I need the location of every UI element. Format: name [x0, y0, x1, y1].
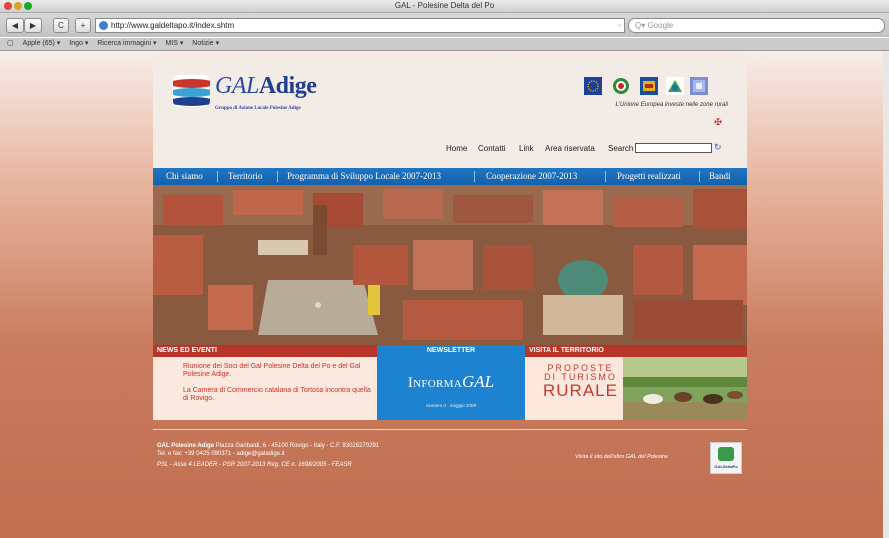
search-submit-icon[interactable]: ↻: [714, 142, 722, 153]
menu-cooperazione[interactable]: Cooperazione 2007-2013: [486, 171, 577, 181]
gal-delta-po-badge[interactable]: GALDeltaPo: [710, 442, 742, 474]
menu-separator: [217, 171, 218, 182]
horse-riders-photo: [623, 357, 747, 420]
site-container: GALAdige Gruppo di Azione Locale Polesin…: [153, 55, 747, 474]
gal-adige-logo-icon[interactable]: [173, 75, 210, 107]
bookmark-item[interactable]: Apple (65) ▾: [23, 40, 61, 47]
menu-separator: [277, 171, 278, 182]
toplink-contatti[interactable]: Contatti: [478, 144, 506, 153]
feasr-logo-icon[interactable]: [690, 77, 708, 95]
forward-button[interactable]: ▶: [24, 18, 42, 33]
site-footer: GAL Polesine Adige Piazza Garibaldi, 6 -…: [157, 442, 379, 469]
news-item-link[interactable]: Riunione dei Soci del Gal Polesine Delta…: [183, 363, 373, 379]
toplink-area-riservata[interactable]: Area riservata: [545, 144, 595, 153]
back-button[interactable]: ◀: [6, 18, 24, 33]
site-header: GALAdige Gruppo di Azione Locale Polesin…: [153, 55, 747, 168]
bookmark-item[interactable]: Ricerca immagini ▾: [97, 40, 156, 47]
footer-divider: [153, 429, 747, 430]
main-navigation: Chi siamo Territorio Programma di Svilup…: [153, 168, 747, 185]
menu-separator: [605, 171, 606, 182]
badge-label: GALDeltaPo: [714, 464, 738, 469]
newsletter-issue: Numero 0 - maggio 2009: [426, 403, 476, 408]
menu-chi-siamo[interactable]: Chi siamo: [166, 171, 203, 181]
region-veneto-icon[interactable]: [640, 77, 658, 95]
menu-programma-sviluppo[interactable]: Programma di Sviluppo Locale 2007-2013: [287, 171, 441, 181]
menu-progetti-realizzati[interactable]: Progetti realizzati: [617, 171, 681, 181]
feature-panels: NEWS ED EVENTI Riunione dei Soci del Gal…: [153, 345, 747, 420]
bookmarks-bar: ▢ Apple (65) ▾ Ingo ▾ Ricerca immagini ▾…: [0, 38, 889, 51]
address-bar[interactable]: http://www.galdeltapo.it/index.shtm ◦: [95, 18, 625, 33]
browser-toolbar: ◀ ▶ C + http://www.galdeltapo.it/index.s…: [0, 13, 889, 37]
bookmark-item[interactable]: MIS ▾: [165, 40, 183, 47]
other-gal-link[interactable]: Visita il sito dell'altro GAL del Polesi…: [575, 454, 668, 460]
uk-flag-language-icon[interactable]: ✠: [713, 117, 723, 127]
vertical-scrollbar[interactable]: [883, 51, 889, 538]
site-search-input[interactable]: [635, 143, 712, 153]
menu-bandi[interactable]: Bandi: [709, 171, 731, 181]
search-label: Search: [608, 144, 634, 153]
search-placeholder: Q▾ Google: [635, 21, 674, 30]
site-logo-text[interactable]: GALAdige: [215, 73, 317, 100]
footer-org: GAL Polesine Adige: [157, 443, 215, 449]
eu-flag-icon[interactable]: [584, 77, 602, 95]
add-bookmark-button[interactable]: +: [75, 18, 91, 33]
reload-button[interactable]: C: [53, 18, 69, 33]
browser-search-field[interactable]: Q▾ Google: [628, 18, 885, 33]
eu-slogan: L'Unione Europea investe nelle zone rura…: [615, 102, 728, 108]
news-heading: NEWS ED EVENTI: [153, 345, 377, 357]
logo-subtitle: Gruppo di Azione Locale Polesine Adige: [215, 106, 301, 111]
footer-address: Piazza Garibaldi, 6 - 45100 Rovigo - Ita…: [215, 443, 380, 449]
news-panel: Riunione dei Soci del Gal Polesine Delta…: [153, 357, 377, 420]
italy-emblem-icon[interactable]: [612, 77, 630, 95]
territorio-heading: VISITA IL TERRITORIO: [525, 345, 747, 357]
menu-territorio[interactable]: Territorio: [228, 171, 262, 181]
leader-logo-icon[interactable]: [666, 77, 684, 95]
globe-icon: [99, 21, 108, 30]
footer-program: PSL - Asse 4 LEADER - PSR 2007-2013 Reg.…: [157, 462, 352, 468]
url-text: http://www.galdeltapo.it/index.shtm: [111, 21, 235, 30]
window-title: GAL - Polesine Delta del Po: [394, 1, 495, 10]
menu-separator: [699, 171, 700, 182]
territorio-panel[interactable]: PROPOSTE DI TURISMO RURALE: [525, 357, 747, 420]
toplink-home[interactable]: Home: [446, 144, 467, 153]
newsletter-panel[interactable]: InformaGAL Numero 0 - maggio 2009: [377, 357, 525, 420]
rovigo-aerial-photo: [153, 185, 747, 345]
gal-delta-po-logo-icon: [718, 447, 734, 461]
bookmark-item[interactable]: Notizie ▾: [192, 40, 219, 47]
reading-list-icon[interactable]: ▢: [7, 40, 14, 47]
turismo-rurale-banner[interactable]: PROPOSTE DI TURISMO RURALE: [543, 364, 618, 400]
toplink-link[interactable]: Link: [519, 144, 534, 153]
newsletter-heading: NEWSLETTER: [377, 345, 525, 357]
informagal-title[interactable]: InformaGAL: [377, 372, 525, 392]
window-titlebar: GAL - Polesine Delta del Po: [0, 0, 889, 13]
footer-contact[interactable]: Tel. e fax: +39 0425 090371 - adige@gala…: [157, 450, 379, 458]
news-item-link[interactable]: La Camera di Commercio catalana di Torto…: [183, 387, 373, 403]
rss-icon[interactable]: ◦: [618, 19, 621, 32]
menu-separator: [474, 171, 475, 182]
bookmark-item[interactable]: Ingo ▾: [69, 40, 88, 47]
